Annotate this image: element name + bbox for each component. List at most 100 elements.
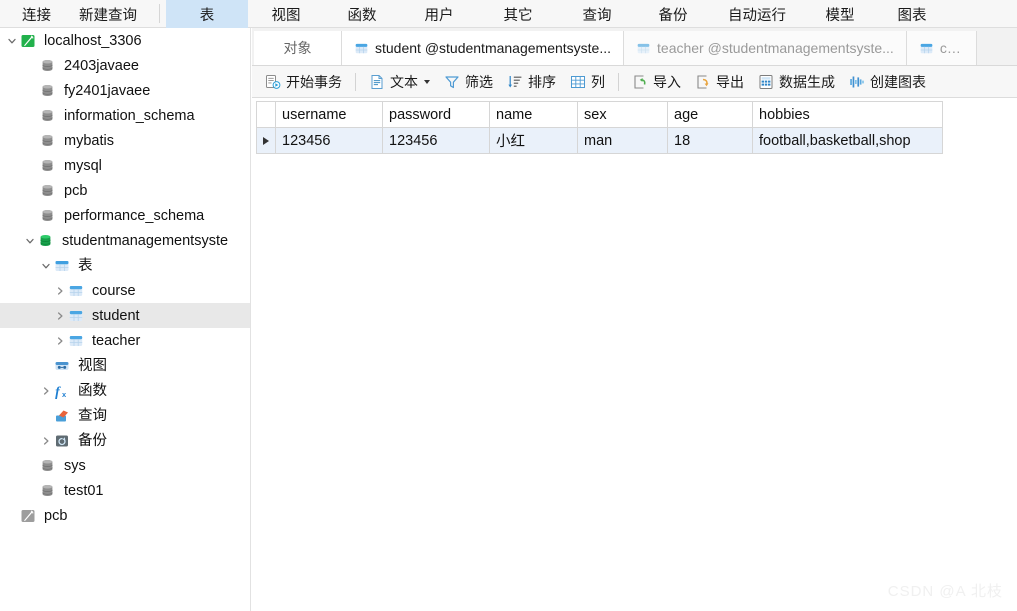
menu-item-query[interactable]: 查询 [558,0,636,28]
sidebar-item-label: teacher [92,332,141,349]
cell-sex[interactable]: man [577,127,668,154]
row-header-corner [256,101,276,128]
chevron-right-icon[interactable] [38,386,54,396]
create-chart-button[interactable]: 创建图表 [842,69,933,95]
chevron-down-icon[interactable] [424,79,430,84]
sidebar-item-label: mybatis [64,132,114,149]
sidebar-item-2403javaee[interactable]: 2403javaee [0,53,250,78]
sidebar-item-connection-pcb[interactable]: pcb [0,503,250,528]
sidebar-item-label: 备份 [78,432,107,449]
data-grid-container[interactable]: username password name sex age hobbies 1… [252,98,1017,611]
menu-item-label: 其它 [503,7,533,24]
sidebar-item-sys[interactable]: sys [0,453,250,478]
row-current-marker [256,127,276,154]
column-header-password[interactable]: password [382,101,490,128]
chevron-right-icon[interactable] [52,286,68,296]
sidebar-item-table-teacher[interactable]: teacher [0,328,250,353]
create-chart-icon [849,74,865,90]
sidebar-item-table-course[interactable]: course [0,278,250,303]
chevron-right-icon[interactable] [52,336,68,346]
grid-header-row: username password name sex age hobbies [256,101,943,128]
sidebar-item-views-folder[interactable]: 视图 [0,353,250,378]
menu-item-connect[interactable]: 连接 [0,0,65,28]
table-icon [636,41,651,56]
toolbar-button-label: 文本 [390,73,418,90]
table-row[interactable]: 123456 123456 小红 man 18 football,basketb… [256,127,943,154]
toolbar-button-label: 排序 [528,73,556,90]
menu-item-backup[interactable]: 备份 [636,0,710,28]
menu-item-users[interactable]: 用户 [400,0,478,28]
menu-item-others[interactable]: 其它 [478,0,558,28]
column-header-hobbies[interactable]: hobbies [752,101,943,128]
cell-username[interactable]: 123456 [275,127,383,154]
toolbar-button-label: 筛选 [465,73,493,90]
query-icon [54,407,74,425]
menu-item-views[interactable]: 视图 [248,0,324,28]
sidebar-item-performance-schema[interactable]: performance_schema [0,203,250,228]
tab-label: 对象 [283,40,312,56]
export-icon [695,74,711,90]
tab-teacher-table[interactable]: teacher @studentmanagementsyste... [624,31,907,65]
menu-item-label: 模型 [825,7,855,24]
columns-icon [570,74,586,90]
column-header-sex[interactable]: sex [577,101,668,128]
tab-student-table[interactable]: student @studentmanagementsyste... [342,31,625,65]
sidebar-item-information-schema[interactable]: information_schema [0,103,250,128]
sidebar-item-backups-folder[interactable]: 备份 [0,428,250,453]
column-header-name[interactable]: name [489,101,578,128]
function-icon: fx [54,382,74,400]
sidebar-item-label: performance_schema [64,207,205,224]
watermark: CSDN @A 北枝 [887,583,1003,600]
sidebar-item-mysql[interactable]: mysql [0,153,250,178]
menu-item-chart[interactable]: 图表 [876,0,948,28]
data-generation-button[interactable]: 数据生成 [751,69,842,95]
sidebar-item-queries-folder[interactable]: 查询 [0,403,250,428]
tab-label: teacher @studentmanagementsyste... [657,40,894,56]
text-button[interactable]: 文本 [362,69,437,95]
sidebar-item-test01[interactable]: test01 [0,478,250,503]
sidebar-item-mybatis[interactable]: mybatis [0,128,250,153]
chevron-down-icon[interactable] [38,261,54,271]
cell-password[interactable]: 123456 [382,127,490,154]
database-gray-icon [40,457,60,475]
chevron-right-icon[interactable] [52,311,68,321]
sidebar-item-pcb-db[interactable]: pcb [0,178,250,203]
chevron-down-icon[interactable] [4,36,20,46]
object-browser-sidebar[interactable]: localhost_3306 2403javaee fy2401javaee i… [0,28,251,611]
table-icon [68,307,88,325]
menu-item-new-query[interactable]: 新建查询 [65,0,151,28]
menu-item-automation[interactable]: 自动运行 [710,0,804,28]
cell-age[interactable]: 18 [667,127,753,154]
columns-button[interactable]: 列 [563,69,612,95]
sidebar-item-fy2401javaee[interactable]: fy2401javaee [0,78,250,103]
sidebar-item-label: pcb [64,182,88,199]
menu-item-model[interactable]: 模型 [804,0,876,28]
view-icon [54,357,74,375]
chevron-down-icon[interactable] [22,236,38,246]
sidebar-item-tables-folder[interactable]: 表 [0,253,250,278]
sidebar-item-studentmanagementsystem[interactable]: studentmanagementsyste [0,228,250,253]
cell-hobbies[interactable]: football,basketball,shop [752,127,943,154]
sidebar-item-localhost-3306[interactable]: localhost_3306 [0,28,250,53]
export-button[interactable]: 导出 [688,69,751,95]
toolbar-button-label: 创建图表 [870,73,926,90]
column-header-age[interactable]: age [667,101,753,128]
sidebar-item-label: student [92,307,140,324]
tab-course-table[interactable]: cours [906,31,977,65]
sort-button[interactable]: 排序 [500,69,563,95]
tab-objects[interactable]: 对象 [254,31,342,65]
menu-item-tables[interactable]: 表 [166,0,248,28]
sidebar-item-table-student[interactable]: student [0,303,250,328]
column-header-username[interactable]: username [275,101,383,128]
menu-item-functions[interactable]: 函数 [324,0,400,28]
sidebar-item-functions-folder[interactable]: fx 函数 [0,378,250,403]
chevron-right-icon[interactable] [38,436,54,446]
sidebar-item-label: 2403javaee [64,57,139,74]
cell-name[interactable]: 小红 [489,127,578,154]
data-grid[interactable]: username password name sex age hobbies 1… [256,101,943,154]
sidebar-item-label: mysql [64,157,102,174]
filter-button[interactable]: 筛选 [437,69,500,95]
begin-transaction-button[interactable]: 开始事务 [258,69,349,95]
import-button[interactable]: 导入 [625,69,688,95]
sidebar-item-label: fy2401javaee [64,82,151,99]
